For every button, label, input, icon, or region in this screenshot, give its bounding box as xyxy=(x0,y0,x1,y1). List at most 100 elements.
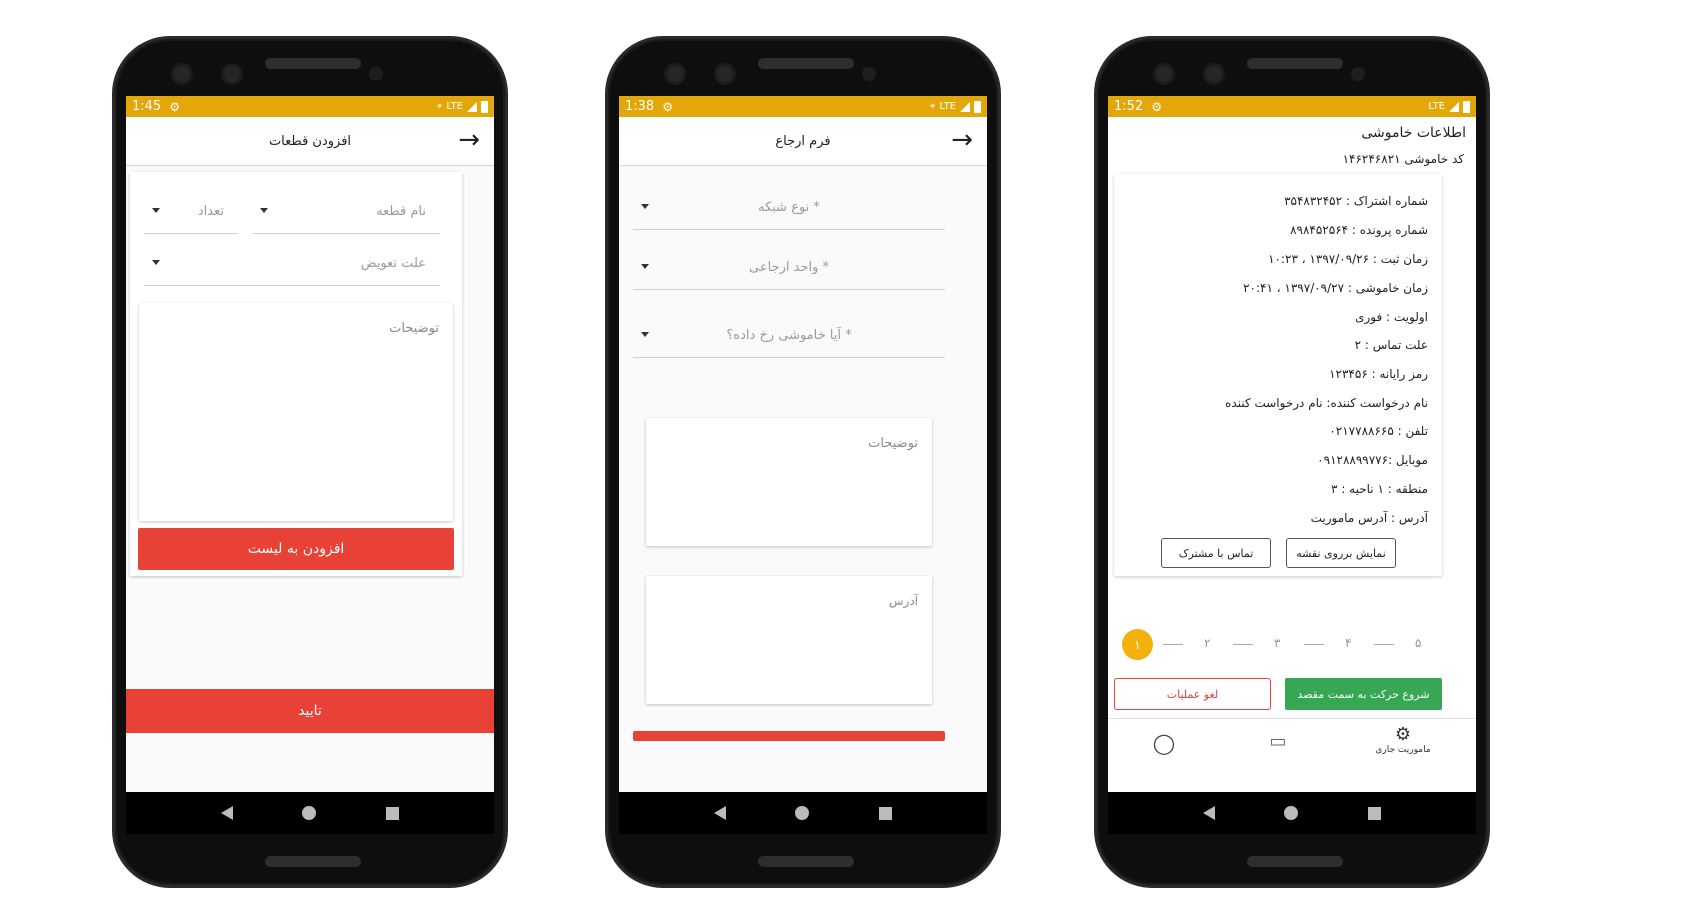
arrow-right-icon[interactable]: → xyxy=(458,127,480,153)
cancel-operation-button[interactable]: لغو عملیات xyxy=(1114,678,1271,710)
speaker xyxy=(1247,856,1343,867)
sensor xyxy=(862,67,876,81)
speaker xyxy=(1247,58,1343,69)
back-nav-icon[interactable] xyxy=(1202,806,1215,820)
start-moving-button[interactable]: شروع حرکت به سمت مقصد xyxy=(1285,678,1442,710)
description-placeholder: توضیحات xyxy=(868,436,918,451)
recents-nav-icon[interactable] xyxy=(1368,806,1382,820)
system-nav-bar xyxy=(619,792,987,834)
network-type-dropdown[interactable]: * نوع شبکه xyxy=(633,186,945,230)
battery-icon xyxy=(974,100,981,113)
status-time: 1:38 xyxy=(625,99,655,114)
address-textarea[interactable]: آدرس xyxy=(646,576,932,704)
camera xyxy=(221,63,243,85)
status-time: 1:52 xyxy=(1114,99,1144,114)
phone-frame-1: 1:45 ⚙ ⌖ LTE افزودن قطعات → نام قطعه تعد… xyxy=(112,36,508,888)
recents-nav-icon[interactable] xyxy=(879,806,893,820)
recents-nav-icon[interactable] xyxy=(386,806,400,820)
caret-down-icon xyxy=(641,332,649,337)
step-2: ۲ xyxy=(1204,636,1211,650)
count-placeholder: تعداد xyxy=(197,204,224,219)
step-3: ۳ xyxy=(1274,636,1281,650)
camera xyxy=(1153,63,1175,85)
system-nav-bar xyxy=(126,792,494,834)
outage-occurred-dropdown[interactable]: * آیا خاموشی رخ داده؟ xyxy=(633,314,945,358)
screen-outage-info: 1:52 ⚙ LTE اطلاعات خاموشی کد خاموشی ۱۴۶۲… xyxy=(1108,96,1476,834)
tab-current-mission-label: ماموریت جاری xyxy=(1375,745,1431,755)
status-bar: 1:38 ⚙ ⌖ LTE xyxy=(619,96,987,117)
back-nav-icon[interactable] xyxy=(713,806,726,820)
outage-code: کد خاموشی ۱۴۶۲۴۶۸۲۱ xyxy=(1342,152,1464,166)
app-bar: افزودن قطعات → xyxy=(126,117,494,166)
screen-add-parts: 1:45 ⚙ ⌖ LTE افزودن قطعات → نام قطعه تعد… xyxy=(126,96,494,834)
detail-line: تلفن : ۰۲۱۷۷۸۸۶۶۵ xyxy=(1329,424,1428,438)
bottom-tab-bar: ⚙ ماموریت جاری ▭ ◯ xyxy=(1108,718,1476,766)
signal-icon xyxy=(960,101,970,112)
step-4: ۴ xyxy=(1345,636,1352,650)
signal-icon xyxy=(467,101,477,112)
sensor xyxy=(1351,67,1365,81)
camera xyxy=(171,63,193,85)
detail-line: زمان ثبت : ۱۳۹۷/۰۹/۲۶ ، ۱۰:۲۳ xyxy=(1268,252,1428,266)
count-dropdown[interactable]: تعداد xyxy=(144,190,238,234)
detail-line: رمز رایانه : ۱۲۳۴۵۶ xyxy=(1329,367,1428,381)
outage-details-card: شماره اشتراک : ۳۵۴۸۳۲۴۵۲ شماره پرونده : … xyxy=(1114,174,1442,576)
add-to-list-button[interactable]: افزودن به لیست xyxy=(138,528,454,570)
signal-icon xyxy=(1449,101,1459,112)
step-connector xyxy=(1163,644,1183,645)
step-1-active: ۱ xyxy=(1122,629,1153,660)
step-connector xyxy=(1233,644,1253,645)
detail-line: نام درخواست کننده: نام درخواست کننده xyxy=(1225,396,1428,410)
arrow-right-icon[interactable]: → xyxy=(951,127,973,153)
confirm-button[interactable]: تایید xyxy=(126,689,494,733)
back-nav-icon[interactable] xyxy=(220,806,233,820)
status-time: 1:45 xyxy=(132,99,162,114)
caret-down-icon xyxy=(152,260,160,265)
caret-down-icon xyxy=(260,208,268,213)
app-bar: فرم ارجاع → xyxy=(619,117,987,166)
part-name-dropdown[interactable]: نام قطعه xyxy=(252,190,440,234)
description-textarea[interactable]: توضیحات xyxy=(646,418,932,546)
step-connector xyxy=(1374,644,1394,645)
home-nav-icon[interactable] xyxy=(1284,806,1299,820)
camera xyxy=(1203,63,1225,85)
battery-icon xyxy=(481,100,488,113)
tab-profile[interactable]: ◯ xyxy=(1144,731,1184,755)
reason-placeholder: علت تعویض xyxy=(360,256,426,271)
replace-reason-dropdown[interactable]: علت تعویض xyxy=(144,242,440,286)
page-title: اطلاعات خاموشی xyxy=(1361,125,1466,141)
home-nav-icon[interactable] xyxy=(302,806,317,820)
location-icon: ⌖ xyxy=(436,101,443,112)
camera xyxy=(664,63,686,85)
page-title: افزودن قطعات xyxy=(268,133,352,149)
sensor xyxy=(369,67,383,81)
location-icon: ⌖ xyxy=(929,101,936,112)
call-customer-button[interactable]: تماس با مشترک xyxy=(1161,538,1271,568)
speaker xyxy=(265,58,361,69)
detail-line: موبایل :۰۹۱۲۸۸۹۹۷۷۶ xyxy=(1317,453,1428,467)
caret-down-icon xyxy=(641,264,649,269)
gear-icon: ⚙ xyxy=(169,99,180,114)
home-nav-icon[interactable] xyxy=(795,806,810,820)
speaker xyxy=(758,856,854,867)
submit-button-edge[interactable] xyxy=(633,731,945,741)
address-placeholder: آدرس xyxy=(888,594,918,608)
network-label: LTE xyxy=(939,101,956,112)
tab-current-mission[interactable]: ⚙ ماموریت جاری xyxy=(1358,724,1448,756)
speaker xyxy=(265,856,361,867)
network-type-placeholder: * نوع شبکه xyxy=(758,200,820,215)
referral-unit-dropdown[interactable]: * واحد ارجاعی xyxy=(633,246,945,290)
show-on-map-button[interactable]: نمایش برروی نقشه xyxy=(1286,538,1396,568)
detail-line: شماره پرونده : ۸۹۸۴۵۲۵۶۴ xyxy=(1290,223,1428,237)
tab-inbox[interactable]: ▭ xyxy=(1258,731,1298,752)
page-title: فرم ارجاع xyxy=(775,133,831,149)
description-textarea[interactable]: توضیحات xyxy=(139,303,453,521)
referral-unit-placeholder: * واحد ارجاعی xyxy=(749,260,829,275)
phone-frame-2: 1:38 ⚙ ⌖ LTE فرم ارجاع → * نوع شبکه * وا… xyxy=(605,36,1001,888)
part-name-placeholder: نام قطعه xyxy=(376,204,426,219)
gear-icon: ⚙ xyxy=(1151,99,1162,114)
screen-referral-form: 1:38 ⚙ ⌖ LTE فرم ارجاع → * نوع شبکه * وا… xyxy=(619,96,987,834)
mission-icon: ⚙ xyxy=(1394,724,1412,745)
status-bar: 1:52 ⚙ LTE xyxy=(1108,96,1476,117)
network-label: LTE xyxy=(446,101,463,112)
